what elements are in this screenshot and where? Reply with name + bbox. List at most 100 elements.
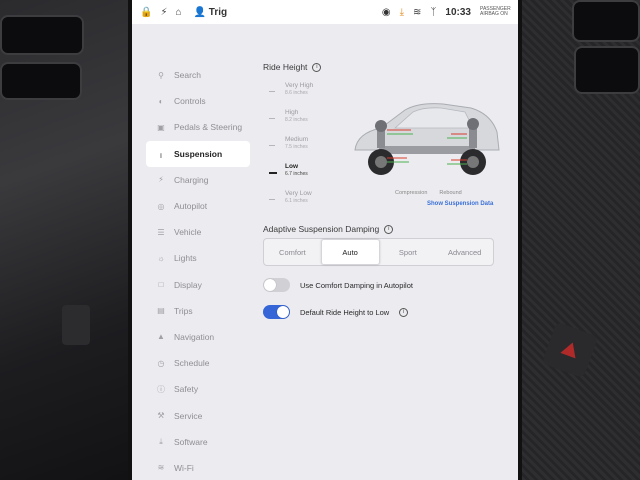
ride-height-option-low[interactable]: Low 6.7 inches: [263, 163, 341, 190]
comfort-damping-autopilot-label: Use Comfort Damping in Autopilot: [300, 280, 413, 290]
sidebar-item-label: Charging: [174, 174, 209, 185]
lock-icon[interactable]: 🔒: [140, 7, 152, 18]
download-icon: ⤓: [159, 436, 163, 446]
sidebar-item-schedule[interactable]: ◷ Schedule: [146, 350, 250, 376]
ride-height-name: High: [285, 109, 299, 116]
ride-height-tick: [269, 145, 275, 146]
trips-icon: ▤: [157, 306, 165, 316]
navigation-icon: ▲: [157, 332, 165, 342]
sidebar-item-software[interactable]: ⤓ Software: [146, 429, 250, 455]
driver-profile[interactable]: 👤 Trig: [194, 7, 228, 18]
sidebar-item-label: Autopilot: [174, 201, 208, 212]
sidebar-item-search[interactable]: ⚲ Search: [146, 62, 250, 88]
sidebar-item-service[interactable]: ⚒ Service: [146, 402, 250, 428]
ride-height-selector: Very High 8.6 inches High 8.2 inches Medium 7…: [263, 82, 341, 217]
damping-option-advanced[interactable]: Advanced: [436, 239, 493, 265]
sidebar-item-label: Lights: [174, 253, 197, 264]
ride-height-name: Very High: [285, 82, 314, 89]
sidebar-item-label: Software: [174, 436, 208, 447]
sidebar-item-label: Safety: [174, 384, 199, 395]
wifi-icon: ≋: [413, 6, 422, 18]
lightning-icon[interactable]: ⚡: [160, 7, 167, 18]
sidebar-item-label: Display: [174, 279, 202, 290]
ride-height-value: 7.5 inches: [285, 144, 308, 150]
air-vent: [574, 46, 640, 94]
ride-height-title: Ride Height i: [263, 62, 503, 72]
info-icon[interactable]: i: [399, 307, 409, 317]
sidebar-item-lights[interactable]: ☼ Lights: [146, 245, 250, 271]
sidebar-item-safety[interactable]: ⓘ Safety: [146, 376, 250, 402]
display-icon: □: [158, 280, 164, 290]
info-icon[interactable]: i: [312, 62, 322, 72]
ride-height-tick: [269, 199, 275, 200]
sidebar-item-label: Controls: [174, 96, 206, 107]
safety-icon: ⓘ: [157, 384, 165, 394]
damping-option-auto[interactable]: Auto: [320, 239, 380, 265]
sidebar-item-suspension[interactable]: ╷ Suspension: [146, 140, 250, 167]
default-ride-height-low-label: Default Ride Height to Low: [300, 307, 390, 317]
comfort-damping-autopilot-row: Use Comfort Damping in Autopilot: [263, 278, 413, 292]
ride-height-tick: [269, 172, 277, 174]
sidebar-item-label: Schedule: [174, 358, 210, 369]
touchscreen: 🔒 ⚡ ⌂ 👤 Trig ◉ ⤓ ≋ ᛉ 10:33 PASSENGER AIR…: [128, 0, 522, 480]
sidebar-item-vehicle[interactable]: ☰ Vehicle: [146, 219, 250, 245]
suspension-legend: Compression Rebound: [395, 190, 462, 196]
damping-option-sport[interactable]: Sport: [380, 239, 437, 265]
default-ride-height-low-switch[interactable]: [263, 305, 290, 319]
ride-height-option-very-high[interactable]: Very High 8.6 inches: [263, 82, 341, 109]
damping-title: Adaptive Suspension Damping i: [263, 224, 394, 234]
settings-sidebar: ⚲ Search ◐ Controls ▣ Pedals & Steering ╷ Suspe…: [146, 62, 250, 480]
suspension-panel: Ride Height i Very High 8.6 inches High 8.2…: [263, 62, 503, 319]
hazard-button[interactable]: [541, 321, 599, 379]
sidebar-item-label: Navigation: [174, 331, 215, 342]
legend-rebound: Rebound: [439, 190, 462, 196]
comfort-damping-autopilot-switch[interactable]: [263, 278, 290, 292]
clock-time: 10:33: [445, 6, 471, 18]
wifi-icon: ≋: [157, 463, 165, 473]
air-vent: [572, 0, 640, 42]
sidebar-item-label: Pedals & Steering: [174, 122, 243, 133]
ride-height-option-very-low[interactable]: Very Low 6.1 inches: [263, 190, 341, 217]
dashboard-right-trim: [522, 0, 640, 480]
sliders-icon: ☰: [157, 227, 165, 237]
ride-height-tick: [269, 91, 275, 92]
toggle-icon: ◐: [158, 96, 164, 106]
ride-height-value: 8.6 inches: [285, 90, 308, 96]
sidebar-item-pedals-steering[interactable]: ▣ Pedals & Steering: [146, 114, 250, 140]
status-bar: 🔒 ⚡ ⌂ 👤 Trig ◉ ⤓ ≋ ᛉ 10:33 PASSENGER AIR…: [132, 0, 518, 24]
legend-compression: Compression: [395, 190, 428, 196]
sidebar-item-display[interactable]: □ Display: [146, 272, 250, 298]
rear-wheel: [460, 149, 486, 175]
sidebar-item-trips[interactable]: ▤ Trips: [146, 298, 250, 324]
download-icon[interactable]: ⤓: [400, 7, 404, 18]
sidebar-item-charging[interactable]: ⚡ Charging: [146, 167, 250, 193]
car-suspension-illustration: [354, 103, 500, 175]
ride-height-option-high[interactable]: High 8.2 inches: [263, 109, 341, 136]
show-suspension-data-link[interactable]: Show Suspension Data: [427, 201, 493, 207]
bulb-icon: ☼: [157, 253, 165, 263]
sidebar-item-wi-fi[interactable]: ≋ Wi-Fi: [146, 455, 250, 480]
info-icon[interactable]: i: [384, 224, 394, 234]
sidebar-item-autopilot[interactable]: ◎ Autopilot: [146, 193, 250, 219]
sidebar-item-label: Wi-Fi: [174, 462, 194, 473]
search-icon: ⚲: [158, 70, 164, 80]
sidebar-item-navigation[interactable]: ▲ Navigation: [146, 324, 250, 350]
home-icon[interactable]: ⌂: [175, 7, 181, 18]
clock-icon: ◷: [157, 358, 165, 368]
car-icon: ▣: [157, 122, 165, 132]
driver-name: Trig: [208, 6, 228, 18]
dashboard-left-trim: [0, 0, 128, 480]
ride-height-option-medium[interactable]: Medium 7.5 inches: [263, 136, 341, 163]
bluetooth-icon[interactable]: ᛉ: [430, 7, 436, 18]
ride-height-name: Medium: [285, 136, 309, 143]
air-vent: [0, 15, 84, 55]
ride-height-name: Very Low: [285, 190, 312, 197]
record-icon[interactable]: ◉: [382, 7, 391, 18]
damping-option-comfort[interactable]: Comfort: [264, 239, 321, 265]
airbag-status: PASSENGER AIRBAG ON: [480, 6, 511, 17]
ride-height-name: Low: [285, 163, 298, 170]
sidebar-item-label: Trips: [174, 305, 193, 316]
sidebar-item-label: Search: [174, 70, 201, 81]
ride-height-value: 8.2 inches: [285, 117, 308, 123]
sidebar-item-controls[interactable]: ◐ Controls: [146, 88, 250, 114]
